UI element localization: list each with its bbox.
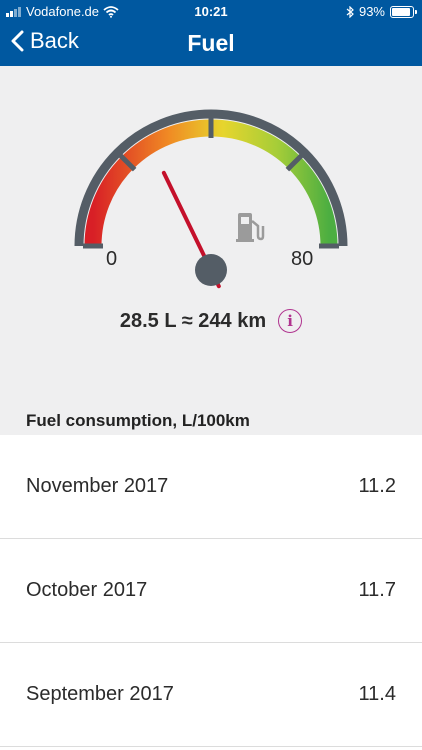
list-item[interactable]: November 2017 11.2	[0, 435, 422, 539]
list-item[interactable]: September 2017 11.4	[0, 643, 422, 747]
info-icon[interactable]: i	[278, 309, 303, 333]
status-right: 93%	[346, 4, 417, 19]
list-item-month: October 2017	[26, 579, 148, 601]
consumption-list: November 2017 11.2 October 2017 11.7 Sep…	[0, 435, 422, 747]
list-item-value: 11.2	[358, 475, 396, 497]
fuel-pump-icon	[236, 213, 265, 242]
page-title: Fuel	[187, 30, 235, 56]
list-item-value: 11.4	[358, 683, 396, 705]
battery-percent: 93%	[358, 4, 385, 19]
battery-icon	[390, 5, 417, 18]
list-item-month: November 2017	[26, 475, 169, 497]
list-item-month: September 2017	[26, 683, 174, 705]
consumption-section-title: Fuel consumption, L/100km	[26, 411, 250, 430]
gauge-hub	[195, 254, 227, 286]
fuel-gauge-panel: 0 80 28.5 L ≈ 244 km i Fuel consumption,…	[0, 66, 422, 435]
status-bar: Vodafone.de 10:21 93%	[0, 0, 422, 22]
fuel-reading: 28.5 L ≈ 244 km i	[0, 309, 422, 333]
bluetooth-icon	[346, 5, 354, 18]
list-item[interactable]: October 2017 11.7	[0, 539, 422, 643]
gauge-min-label: 0	[106, 248, 118, 270]
gauge-max-label: 80	[291, 248, 314, 270]
app-header: Vodafone.de 10:21 93% Back Fuel	[0, 0, 422, 66]
list-item-value: 11.7	[358, 579, 396, 601]
fuel-gauge	[74, 109, 348, 289]
fuel-reading-text: 28.5 L ≈ 244 km	[119, 309, 267, 332]
